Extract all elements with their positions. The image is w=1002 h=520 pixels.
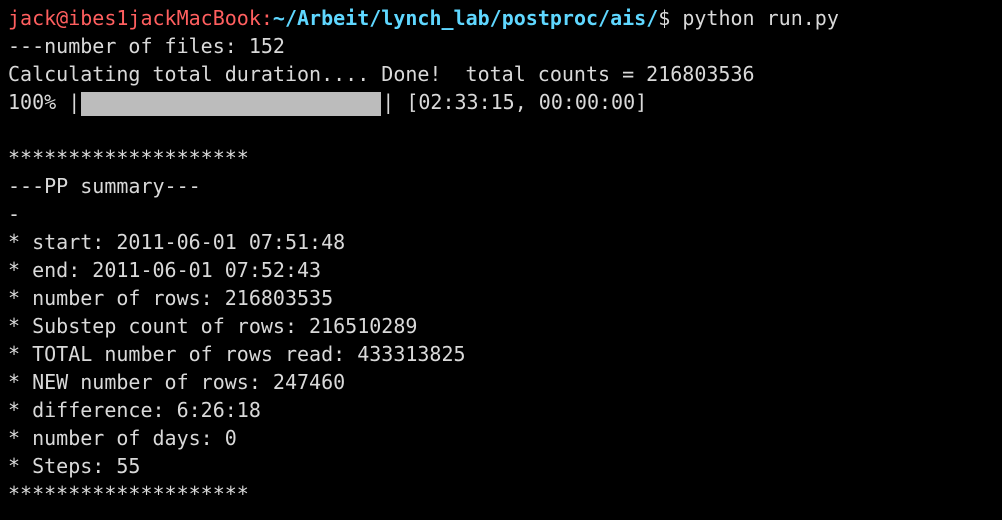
summary-title: ---PP summary--- [8,174,201,198]
progress-bar [81,91,382,116]
progress-timing: [02:33:15, 00:00:00] [394,90,648,114]
summary-new-rows: * NEW number of rows: 247460 [8,370,346,394]
files-count-line: ---number of files: 152 [8,34,285,58]
stars-bottom: ******************** [8,482,249,506]
terminal-window[interactable]: jack@ibes1jackMacBook:~/Arbeit/lynch_lab… [0,0,1002,520]
summary-dash: - [8,202,21,226]
progress-percent: 100% [8,90,57,114]
prompt-user-host: jack@ibes1jackMacBook [8,6,261,30]
summary-end: * end: 2011-06-01 07:52:43 [8,258,322,282]
calc-duration-line: Calculating total duration.... Done! tot… [8,62,755,86]
summary-start: * start: 2011-06-01 07:51:48 [8,230,346,254]
prompt-command: python run.py [670,6,839,30]
summary-difference: * difference: 6:26:18 [8,398,261,422]
summary-days: * number of days: 0 [8,426,237,450]
prompt-line: jack@ibes1jackMacBook:~/Arbeit/lynch_lab… [8,4,1002,32]
progress-line: 100% | | [02:33:15, 00:00:00] [8,88,1002,116]
progress-right-delim: | [382,90,395,114]
prompt-symbol: $ [658,6,671,30]
prompt-path: ~/Arbeit/lynch_lab/postproc/ais/ [272,6,659,30]
prompt-separator: : [260,6,273,30]
summary-total-rows: * TOTAL number of rows read: 433313825 [8,342,466,366]
summary-substep-rows: * Substep count of rows: 216510289 [8,314,418,338]
summary-rows: * number of rows: 216803535 [8,286,334,310]
stars-top: ******************** [8,146,249,170]
summary-steps: * Steps: 55 [8,454,141,478]
progress-bar-fill [81,91,382,116]
progress-left-delim: | [56,90,81,114]
